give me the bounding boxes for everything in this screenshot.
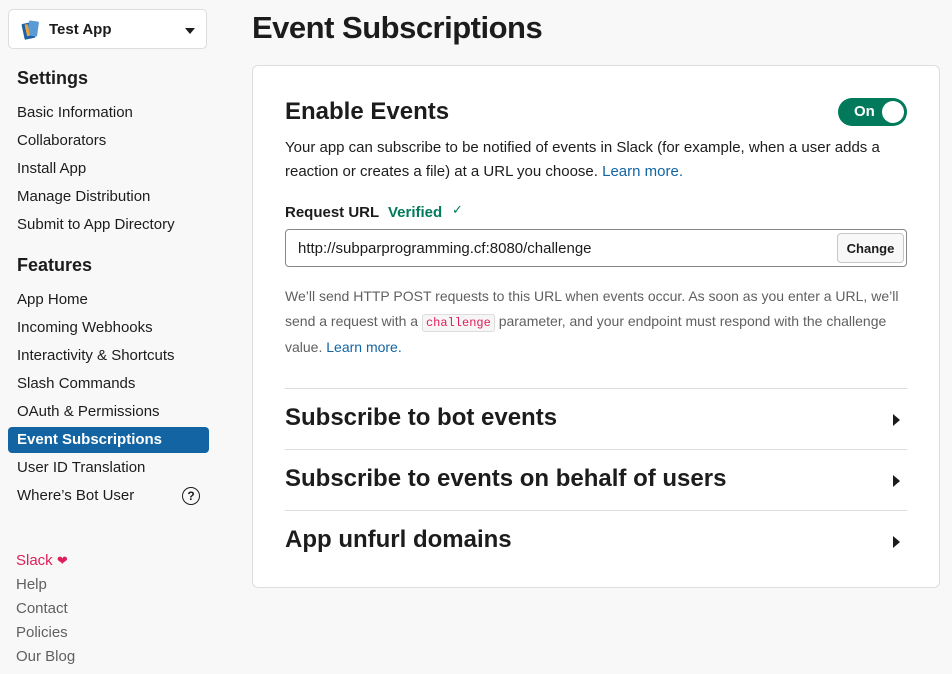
sidebar-item-basic-information[interactable]: Basic Information	[8, 100, 209, 126]
footer-contact-link[interactable]: Contact	[16, 600, 68, 617]
section-unfurl-domains-label: App unfurl domains	[285, 526, 512, 553]
toggle-label: On	[854, 103, 875, 120]
footer-policies-link[interactable]: Policies	[16, 624, 68, 641]
app-book-icon	[21, 20, 39, 40]
sidebar-item-oauth-permissions[interactable]: OAuth & Permissions	[8, 399, 209, 425]
request-url-hint: We’ll send HTTP POST requests to this UR…	[285, 284, 910, 360]
page-title: Event Subscriptions	[252, 10, 543, 45]
sidebar-item-submit-to-app-directory[interactable]: Submit to App Directory	[8, 212, 209, 238]
enable-events-toggle[interactable]: On	[838, 98, 907, 126]
section-bot-events-label: Subscribe to bot events	[285, 404, 558, 431]
learn-more-link[interactable]: Learn more.	[602, 163, 683, 180]
chevron-right-icon	[893, 475, 900, 487]
sidebar-item-install-app[interactable]: Install App	[8, 156, 209, 182]
section-user-events-label: Subscribe to events on behalf of users	[285, 465, 727, 492]
change-button[interactable]: Change	[837, 233, 904, 263]
section-user-events[interactable]: Subscribe to events on behalf of users	[285, 450, 907, 510]
enable-events-description: Your app can subscribe to be notified of…	[285, 136, 910, 184]
description-text: Your app can subscribe to be notified of…	[285, 139, 880, 180]
footer-slack[interactable]: Slack ❤	[16, 552, 68, 569]
enable-events-title: Enable Events	[285, 98, 450, 125]
sidebar-item-label: Where’s Bot User	[17, 487, 135, 504]
chevron-right-icon	[893, 536, 900, 548]
verified-status: Verified	[388, 204, 443, 221]
app-switcher[interactable]: Test App	[8, 9, 207, 49]
sidebar-item-event-subscriptions[interactable]: Event Subscriptions	[8, 427, 209, 453]
request-url-label: Request URL	[285, 204, 380, 221]
sidebar-item-manage-distribution[interactable]: Manage Distribution	[8, 184, 209, 210]
sidebar-item-wheres-bot-user[interactable]: Where’s Bot User ?	[8, 483, 209, 509]
section-unfurl-domains[interactable]: App unfurl domains	[285, 511, 907, 571]
settings-heading: Settings	[17, 68, 89, 88]
check-icon: ✓	[452, 202, 463, 217]
footer-blog-link[interactable]: Our Blog	[16, 648, 75, 665]
footer-slack-label: Slack	[16, 552, 53, 569]
event-subscriptions-card: Enable Events On Your app can subscribe …	[252, 65, 940, 588]
challenge-code: challenge	[421, 313, 495, 332]
sidebar-item-slash-commands[interactable]: Slash Commands	[8, 371, 209, 397]
chevron-down-icon	[185, 28, 195, 34]
request-url-field: Change	[285, 229, 907, 267]
sidebar-item-user-id-translation[interactable]: User ID Translation	[8, 455, 209, 481]
sidebar-item-incoming-webhooks[interactable]: Incoming Webhooks	[8, 315, 209, 341]
hint-learn-more-link[interactable]: Learn more.	[326, 339, 401, 355]
sidebar-item-interactivity-shortcuts[interactable]: Interactivity & Shortcuts	[8, 343, 209, 369]
chevron-right-icon	[893, 414, 900, 426]
section-bot-events[interactable]: Subscribe to bot events	[285, 389, 907, 449]
app-name: Test App	[49, 21, 112, 38]
sidebar-item-collaborators[interactable]: Collaborators	[8, 128, 209, 154]
sidebar: Test App Settings Basic Information Coll…	[0, 0, 232, 674]
toggle-knob	[882, 101, 904, 123]
help-icon[interactable]: ?	[182, 487, 200, 505]
request-url-input[interactable]	[298, 230, 818, 266]
footer-help-link[interactable]: Help	[16, 576, 47, 593]
features-heading: Features	[17, 255, 93, 275]
sidebar-item-app-home[interactable]: App Home	[8, 287, 209, 313]
heart-icon: ❤	[56, 553, 68, 568]
